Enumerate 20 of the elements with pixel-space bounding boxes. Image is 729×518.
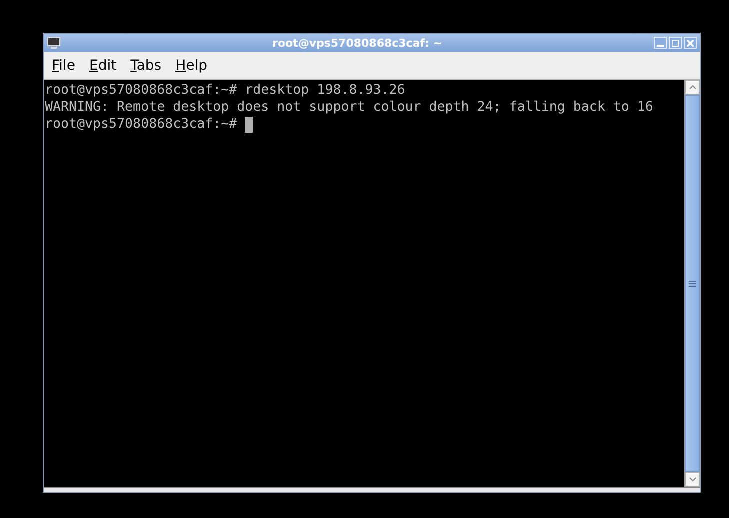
chevron-down-icon xyxy=(688,477,696,482)
grip-icon xyxy=(689,280,696,286)
minimize-button[interactable] xyxy=(654,37,667,49)
terminal-line: WARNING: Remote desktop does not support colour depth 24; falling back to 16 xyxy=(45,99,654,116)
maximize-button[interactable] xyxy=(669,37,682,49)
scrollbar-thumb[interactable] xyxy=(685,95,700,472)
chevron-up-icon xyxy=(688,85,696,90)
terminal-line: root@vps57080868c3caf:~# rdesktop 198.8.93.26 xyxy=(45,82,406,99)
close-icon xyxy=(687,40,694,46)
menu-item[interactable]: Help xyxy=(170,56,212,76)
scroll-down-button[interactable] xyxy=(685,472,700,487)
window-title: root@vps57080868c3caf: ~ xyxy=(272,36,444,50)
close-button[interactable] xyxy=(684,37,697,49)
menu-item[interactable]: File xyxy=(47,56,80,76)
terminal-line: root@vps57080868c3caf:~# xyxy=(45,116,238,133)
scroll-up-button[interactable] xyxy=(685,80,700,95)
maximize-icon xyxy=(672,40,679,46)
menu-item[interactable]: Edit xyxy=(84,56,122,76)
monitor-icon xyxy=(47,37,61,49)
menu-item[interactable]: Tabs xyxy=(126,56,167,76)
